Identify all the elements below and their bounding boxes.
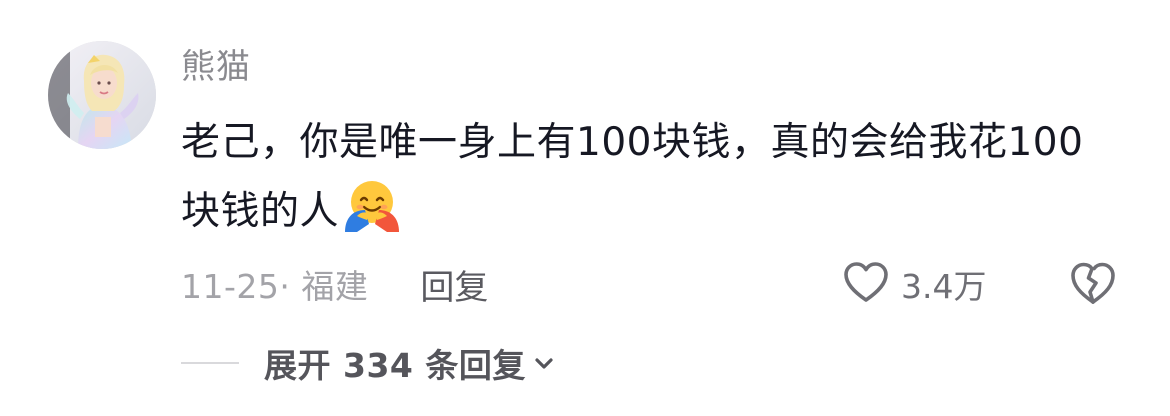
- comment-item: 熊猫 老己，你是唯一身上有100块钱，真的会给我花100块钱的人 11-25· …: [0, 0, 1170, 416]
- heart-icon: [843, 261, 889, 307]
- expand-replies-label: 展开 334 条回复: [264, 346, 526, 385]
- like-button[interactable]: 3.4万: [843, 258, 986, 310]
- comment-meta: 11-25· 福建 回复 3.4万: [181, 258, 1141, 310]
- avatar[interactable]: [48, 41, 156, 149]
- avatar-photo: [48, 41, 156, 149]
- date-location: 11-25· 福建: [181, 267, 369, 306]
- divider: [181, 362, 239, 364]
- like-count: 3.4万: [901, 267, 987, 306]
- hugging-face-emoji: [343, 176, 401, 234]
- chevron-down-icon: [534, 356, 554, 375]
- expand-replies-button[interactable]: 展开 334 条回复: [264, 339, 554, 387]
- reply-button[interactable]: 回复: [420, 260, 488, 309]
- username[interactable]: 熊猫: [181, 44, 251, 90]
- comment-text: 老己，你是唯一身上有100块钱，真的会给我花100块钱的人: [181, 110, 1121, 245]
- expand-replies-row: 展开 334 条回复: [181, 338, 554, 388]
- comment-body: 老己，你是唯一身上有100块钱，真的会给我花100块钱的人: [181, 120, 1084, 234]
- broken-heart-icon: [1069, 262, 1117, 310]
- dislike-button[interactable]: [1069, 260, 1117, 310]
